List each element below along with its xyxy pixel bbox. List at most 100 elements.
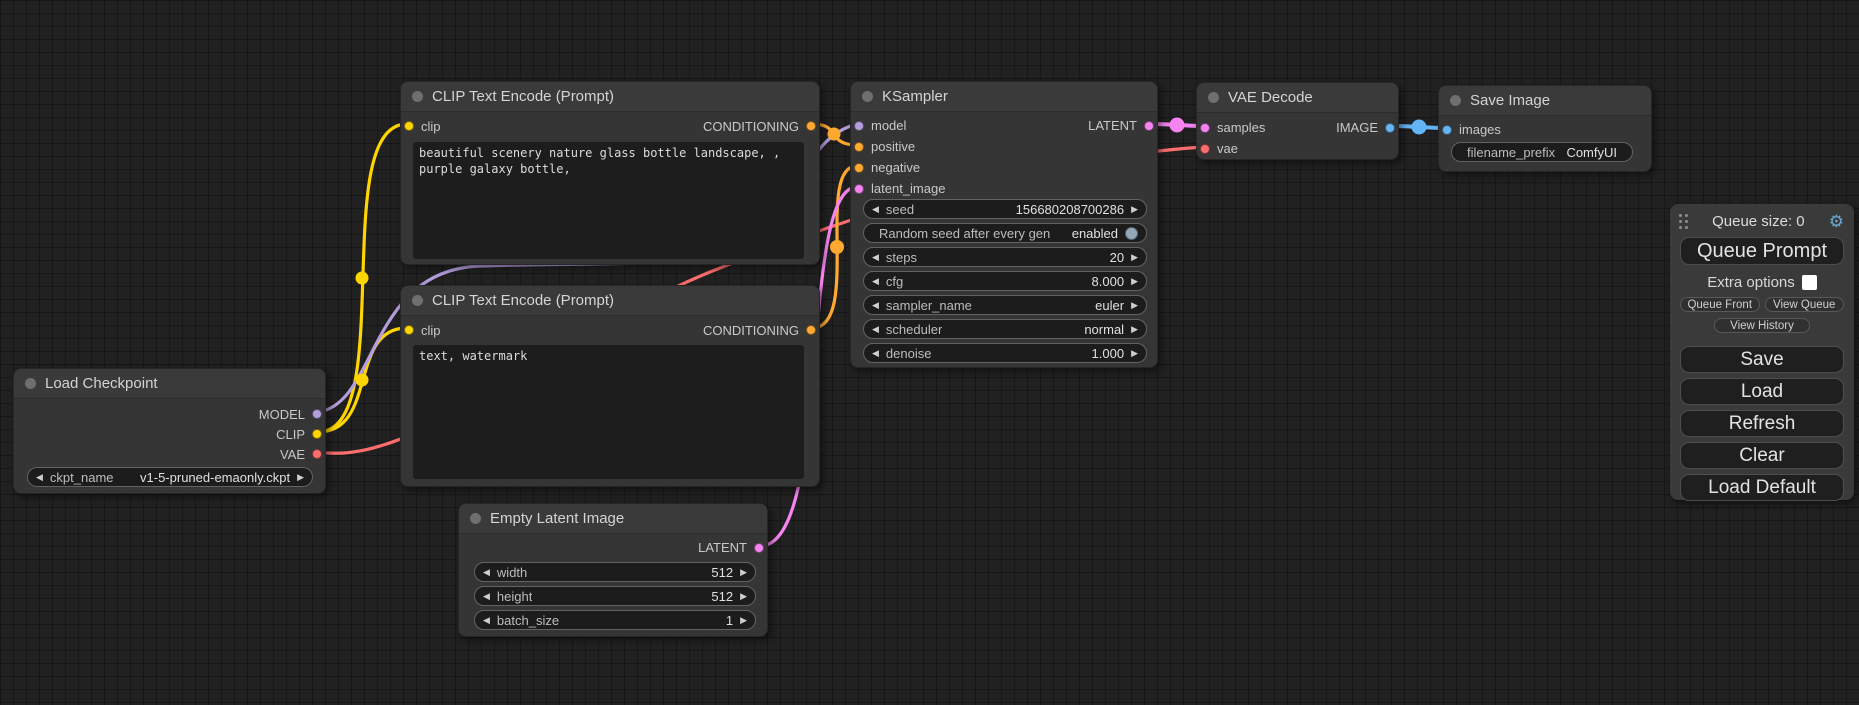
- decrement-arrow-icon[interactable]: ◀: [483, 568, 490, 577]
- extra-options-checkbox[interactable]: [1802, 275, 1817, 290]
- refresh-button[interactable]: Refresh: [1680, 410, 1844, 437]
- input-port-clip[interactable]: [404, 325, 414, 335]
- increment-arrow-icon[interactable]: ▶: [740, 592, 747, 601]
- clear-button[interactable]: Clear: [1680, 442, 1844, 469]
- scheduler-widget[interactable]: ◀ scheduler normal ▶: [863, 319, 1147, 339]
- widget-label: scheduler: [886, 322, 942, 337]
- collapse-dot-icon[interactable]: [412, 295, 423, 306]
- output-label: IMAGE: [1336, 120, 1378, 135]
- node-header[interactable]: KSampler: [851, 82, 1157, 112]
- collapse-dot-icon[interactable]: [470, 513, 481, 524]
- node-header[interactable]: Load Checkpoint: [14, 369, 325, 399]
- widget-label: Random seed after every gen: [879, 226, 1050, 241]
- input-port-latent-image[interactable]: [854, 184, 864, 194]
- queue-front-button[interactable]: Queue Front: [1680, 297, 1760, 312]
- sampler-name-widget[interactable]: ◀ sampler_name euler ▶: [863, 295, 1147, 315]
- input-port-samples[interactable]: [1200, 123, 1210, 133]
- decrement-arrow-icon[interactable]: ◀: [872, 253, 879, 262]
- output-port-conditioning[interactable]: [806, 325, 816, 335]
- node-load-checkpoint[interactable]: Load Checkpoint MODEL CLIP VAE ◀ ckpt_na…: [13, 368, 326, 494]
- decrement-arrow-icon[interactable]: ◀: [36, 473, 43, 482]
- output-label: LATENT: [1088, 118, 1137, 133]
- prompt-textarea[interactable]: text, watermark: [413, 345, 804, 479]
- increment-arrow-icon[interactable]: ▶: [1131, 301, 1138, 310]
- save-button[interactable]: Save: [1680, 346, 1844, 373]
- cfg-widget[interactable]: ◀ cfg 8.000 ▶: [863, 271, 1147, 291]
- decrement-arrow-icon[interactable]: ◀: [872, 301, 879, 310]
- node-header[interactable]: Save Image: [1439, 86, 1651, 116]
- batch-size-widget[interactable]: ◀ batch_size 1 ▶: [474, 610, 756, 630]
- increment-arrow-icon[interactable]: ▶: [1131, 253, 1138, 262]
- seed-widget[interactable]: ◀ seed 156680208700286 ▶: [863, 199, 1147, 219]
- load-default-button[interactable]: Load Default: [1680, 474, 1844, 501]
- increment-arrow-icon[interactable]: ▶: [297, 473, 304, 482]
- widget-value: 156680208700286: [1016, 202, 1124, 217]
- output-port-image[interactable]: [1385, 123, 1395, 133]
- increment-arrow-icon[interactable]: ▶: [1131, 205, 1138, 214]
- view-queue-button[interactable]: View Queue: [1765, 297, 1845, 312]
- widget-label: denoise: [886, 346, 932, 361]
- input-port-positive[interactable]: [854, 142, 864, 152]
- output-port-latent[interactable]: [1144, 121, 1154, 131]
- node-canvas[interactable]: Load Checkpoint MODEL CLIP VAE ◀ ckpt_na…: [0, 0, 1859, 705]
- link-clip-to-negative-encoder: [318, 328, 407, 432]
- toggle-dot-icon[interactable]: [1125, 227, 1138, 240]
- node-header[interactable]: Empty Latent Image: [459, 504, 767, 534]
- input-port-negative[interactable]: [854, 163, 864, 173]
- increment-arrow-icon[interactable]: ▶: [1131, 277, 1138, 286]
- input-port-images[interactable]: [1442, 125, 1452, 135]
- filename-prefix-widget[interactable]: filename_prefix ComfyUI: [1451, 142, 1633, 162]
- collapse-dot-icon[interactable]: [1450, 95, 1461, 106]
- output-port-conditioning[interactable]: [806, 121, 816, 131]
- height-widget[interactable]: ◀ height 512 ▶: [474, 586, 756, 606]
- widget-value: 8.000: [1092, 274, 1125, 289]
- input-port-clip[interactable]: [404, 121, 414, 131]
- decrement-arrow-icon[interactable]: ◀: [483, 616, 490, 625]
- node-title: VAE Decode: [1228, 89, 1313, 106]
- increment-arrow-icon[interactable]: ▶: [740, 616, 747, 625]
- widget-label: filename_prefix: [1467, 145, 1555, 160]
- output-port-vae[interactable]: [312, 449, 322, 459]
- node-clip-text-encode-positive[interactable]: CLIP Text Encode (Prompt) clip CONDITION…: [400, 81, 820, 265]
- input-label: clip: [421, 323, 441, 338]
- prompt-textarea[interactable]: beautiful scenery nature glass bottle la…: [413, 142, 804, 259]
- view-history-button[interactable]: View History: [1714, 318, 1810, 333]
- decrement-arrow-icon[interactable]: ◀: [483, 592, 490, 601]
- increment-arrow-icon[interactable]: ▶: [1131, 325, 1138, 334]
- settings-gear-icon[interactable]: ⚙: [1829, 213, 1844, 230]
- input-port-vae[interactable]: [1200, 144, 1210, 154]
- node-header[interactable]: CLIP Text Encode (Prompt): [401, 286, 819, 316]
- decrement-arrow-icon[interactable]: ◀: [872, 205, 879, 214]
- collapse-dot-icon[interactable]: [862, 91, 873, 102]
- collapse-dot-icon[interactable]: [412, 91, 423, 102]
- decrement-arrow-icon[interactable]: ◀: [872, 349, 879, 358]
- ckpt-name-widget[interactable]: ◀ ckpt_name v1-5-pruned-emaonly.ckpt ▶: [27, 467, 313, 487]
- increment-arrow-icon[interactable]: ▶: [740, 568, 747, 577]
- node-clip-text-encode-negative[interactable]: CLIP Text Encode (Prompt) clip CONDITION…: [400, 285, 820, 487]
- load-button[interactable]: Load: [1680, 378, 1844, 405]
- node-empty-latent-image[interactable]: Empty Latent Image LATENT ◀ width 512 ▶ …: [458, 503, 768, 637]
- node-save-image[interactable]: Save Image images filename_prefix ComfyU…: [1438, 85, 1652, 172]
- input-label: positive: [871, 139, 915, 154]
- input-label: samples: [1217, 120, 1265, 135]
- node-vae-decode[interactable]: VAE Decode samples IMAGE vae: [1196, 82, 1399, 160]
- output-port-clip[interactable]: [312, 429, 322, 439]
- steps-widget[interactable]: ◀ steps 20 ▶: [863, 247, 1147, 267]
- input-port-model[interactable]: [854, 121, 864, 131]
- queue-prompt-button[interactable]: Queue Prompt: [1680, 237, 1844, 265]
- increment-arrow-icon[interactable]: ▶: [1131, 349, 1138, 358]
- node-header[interactable]: VAE Decode: [1197, 83, 1398, 113]
- decrement-arrow-icon[interactable]: ◀: [872, 325, 879, 334]
- collapse-dot-icon[interactable]: [25, 378, 36, 389]
- drag-handle-icon[interactable]: [1679, 214, 1688, 229]
- output-port-latent[interactable]: [754, 543, 764, 553]
- input-label: model: [871, 118, 906, 133]
- random-seed-toggle-widget[interactable]: Random seed after every gen enabled: [863, 223, 1147, 243]
- collapse-dot-icon[interactable]: [1208, 92, 1219, 103]
- node-ksampler[interactable]: KSampler model LATENT positive negative …: [850, 81, 1158, 368]
- output-port-model[interactable]: [312, 409, 322, 419]
- denoise-widget[interactable]: ◀ denoise 1.000 ▶: [863, 343, 1147, 363]
- decrement-arrow-icon[interactable]: ◀: [872, 277, 879, 286]
- width-widget[interactable]: ◀ width 512 ▶: [474, 562, 756, 582]
- node-header[interactable]: CLIP Text Encode (Prompt): [401, 82, 819, 112]
